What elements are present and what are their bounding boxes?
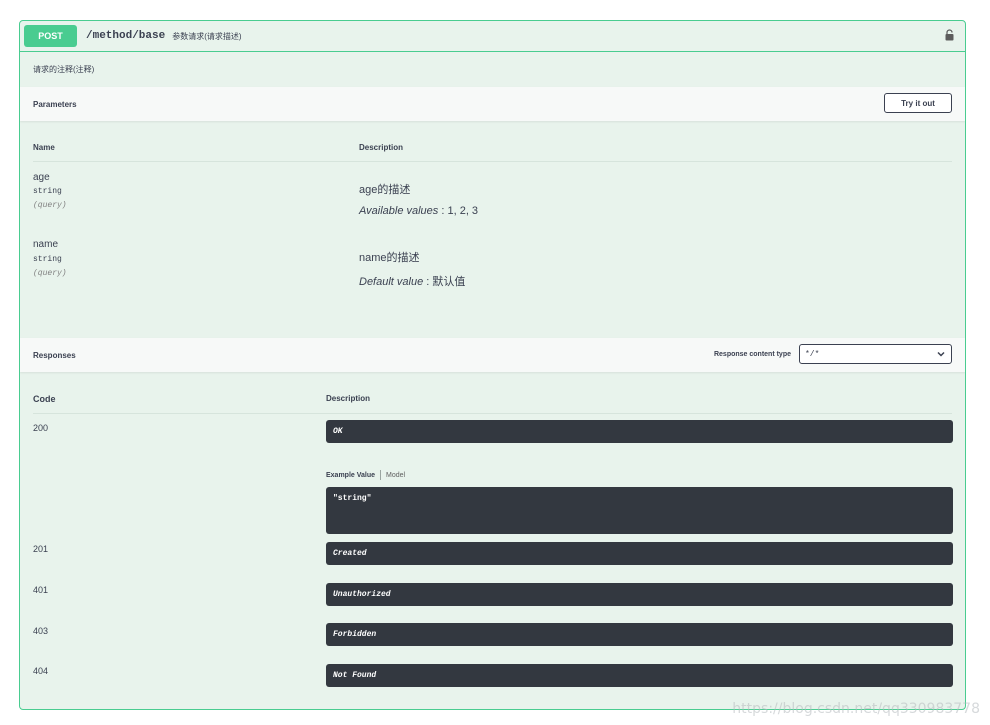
operation-block: POST /method/base 参数请求(请求描述) 请求的注释(注释) P… <box>19 20 966 710</box>
operation-summary-text: 参数请求(请求描述) <box>172 31 242 41</box>
param-extra-label: Available values <box>359 205 439 217</box>
lock-icon[interactable] <box>945 29 954 41</box>
response-col-description: Description <box>326 394 371 403</box>
operation-summary[interactable]: POST /method/base 参数请求(请求描述) <box>20 21 965 52</box>
chevron-down-icon <box>937 351 945 357</box>
content-type-label: Response content type <box>713 351 791 358</box>
responses-title: Responses <box>33 350 76 360</box>
parameters-header: Parameters Try it out <box>20 87 965 121</box>
content-type-value: */* <box>805 349 820 359</box>
param-available-values: Available values : 1, 2, 3 <box>359 205 478 217</box>
response-description: OK <box>326 420 953 443</box>
model-tab[interactable]: Model <box>386 472 405 479</box>
param-location: (query) <box>33 201 67 210</box>
watermark: https://blog.csdn.net/qq330983778 <box>732 701 980 717</box>
response-code: 403 <box>33 626 49 636</box>
param-extra-value: : 默认值 <box>423 276 466 288</box>
operation-path: /method/base <box>86 30 166 42</box>
param-col-description: Description <box>359 143 404 152</box>
response-code: 404 <box>33 666 49 676</box>
param-name: age <box>33 172 50 183</box>
response-description: Unauthorized <box>326 583 953 606</box>
response-code: 200 <box>33 423 49 433</box>
response-description: Forbidden <box>326 623 953 646</box>
param-type: string <box>33 255 62 264</box>
example-value-box: "string" <box>326 487 953 534</box>
param-name: name <box>33 239 59 250</box>
response-code: 401 <box>33 585 49 595</box>
operation-description: 请求的注释(注释) <box>33 65 95 74</box>
responses-header: Responses Response content type */* <box>20 338 965 372</box>
param-extra-value: : 1, 2, 3 <box>438 205 479 217</box>
param-default-value: Default value : 默认值 <box>359 273 465 289</box>
param-header-rule <box>33 161 952 162</box>
content-type-select[interactable]: */* <box>799 344 952 364</box>
param-description: name的描述 <box>359 252 420 264</box>
response-header-rule <box>33 413 952 414</box>
response-description: Not Found <box>326 664 953 687</box>
param-col-name: Name <box>33 143 55 152</box>
response-code: 201 <box>33 544 49 554</box>
response-col-code: Code <box>33 394 56 404</box>
param-description: age的描述 <box>359 184 411 196</box>
param-extra-label: Default value <box>359 276 424 288</box>
param-type: string <box>33 187 62 196</box>
param-location: (query) <box>33 269 67 278</box>
example-value-tab[interactable]: Example Value <box>326 472 375 479</box>
response-description: Created <box>326 542 953 565</box>
example-tabs: Example Value Model <box>326 470 405 480</box>
tab-divider <box>380 470 382 480</box>
parameters-title: Parameters <box>33 99 77 109</box>
try-it-out-button[interactable]: Try it out <box>884 93 952 113</box>
method-badge: POST <box>24 25 77 47</box>
